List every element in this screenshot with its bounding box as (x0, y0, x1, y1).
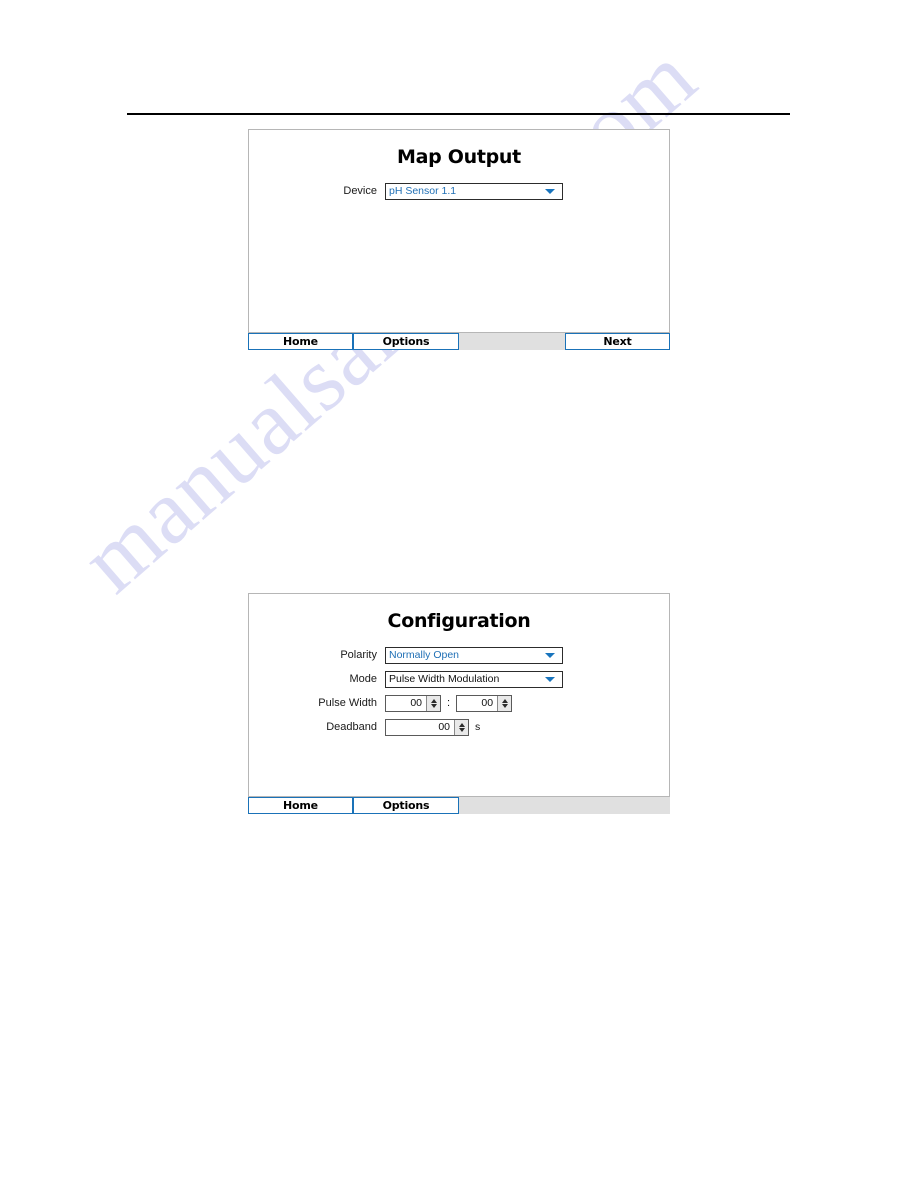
button-bar-gap (459, 797, 670, 814)
pulse-width-seconds-stepper[interactable]: 00 (456, 694, 513, 712)
chevron-down-icon[interactable] (545, 189, 555, 194)
stepper-up-icon[interactable] (458, 722, 465, 727)
configuration-button-bar: Home Options (248, 797, 670, 814)
home-button[interactable]: Home (248, 333, 353, 350)
screenshot-configuration: Configuration Polarity Normally Open Mod… (248, 593, 670, 814)
deadband-unit-label: s (475, 721, 481, 733)
configuration-panel: Configuration Polarity Normally Open Mod… (248, 593, 670, 797)
stepper-up-icon[interactable] (430, 698, 437, 703)
screenshot-map-output: Map Output Device pH Sensor 1.1 Home Opt… (248, 129, 670, 350)
device-select-value: pH Sensor 1.1 (389, 184, 457, 197)
device-select[interactable]: pH Sensor 1.1 (385, 182, 563, 200)
page-title: Map Output (397, 146, 521, 168)
stepper-down-icon[interactable] (501, 703, 508, 708)
form-row-mode: Mode Pulse Width Modulation (249, 670, 669, 688)
options-button[interactable]: Options (353, 333, 459, 350)
chevron-down-icon[interactable] (545, 653, 555, 658)
deadband-stepper[interactable]: 00 (385, 718, 469, 736)
mode-select-value: Pulse Width Modulation (389, 672, 500, 685)
mode-label: Mode (349, 673, 377, 685)
mode-select[interactable]: Pulse Width Modulation (385, 670, 563, 688)
form-row-polarity: Polarity Normally Open (249, 646, 669, 664)
polarity-select-value: Normally Open (389, 648, 460, 661)
pulse-width-minutes-stepper[interactable]: 00 (385, 694, 441, 712)
deadband-value: 00 (438, 720, 450, 733)
map-output-button-bar: Home Options Next (248, 333, 670, 350)
form-row-pulse-width: Pulse Width 00 : 00 (249, 694, 669, 712)
pulse-width-minutes-value: 00 (410, 696, 422, 709)
form-row-deadband: Deadband 00 s (249, 718, 669, 736)
form-row-device: Device pH Sensor 1.1 (249, 182, 669, 200)
pulse-width-label: Pulse Width (318, 697, 377, 709)
home-button[interactable]: Home (248, 797, 353, 814)
stepper-up-icon[interactable] (501, 698, 508, 703)
polarity-select[interactable]: Normally Open (385, 646, 563, 664)
stepper-down-icon[interactable] (430, 703, 437, 708)
stepper-buttons[interactable] (426, 695, 440, 711)
polarity-label: Polarity (340, 649, 377, 661)
pulse-width-separator: : (447, 697, 451, 709)
stepper-buttons[interactable] (497, 695, 512, 711)
map-output-panel: Map Output Device pH Sensor 1.1 (248, 129, 670, 333)
stepper-down-icon[interactable] (458, 727, 465, 732)
stepper-buttons[interactable] (454, 719, 468, 735)
pulse-width-seconds-value: 00 (481, 696, 494, 709)
page-header-rule (127, 113, 790, 115)
device-label: Device (343, 185, 377, 197)
map-output-form: Device pH Sensor 1.1 (249, 182, 669, 200)
options-button[interactable]: Options (353, 797, 459, 814)
next-button[interactable]: Next (565, 333, 670, 350)
deadband-label: Deadband (326, 721, 377, 733)
configuration-form: Polarity Normally Open Mode Pulse Width … (249, 646, 669, 736)
page-title: Configuration (387, 610, 531, 632)
button-bar-gap (459, 333, 565, 350)
chevron-down-icon[interactable] (545, 677, 555, 682)
